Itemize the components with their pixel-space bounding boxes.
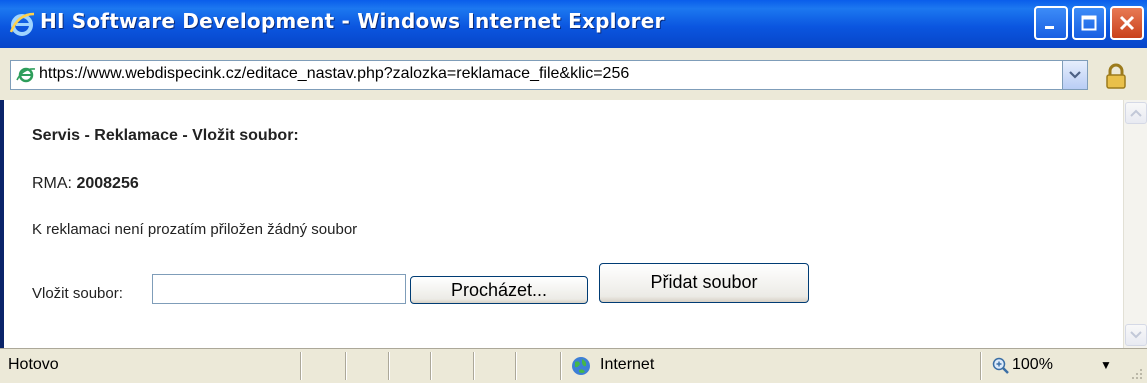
status-divider <box>515 352 517 380</box>
page-content: Servis - Reklamace - Vložit soubor: RMA:… <box>0 100 1147 348</box>
rma-value: 2008256 <box>76 175 139 192</box>
add-file-button[interactable]: Přidat soubor <box>599 263 809 303</box>
status-divider <box>388 352 390 380</box>
minimize-button[interactable] <box>1034 6 1068 40</box>
status-text: Hotovo <box>8 356 59 373</box>
status-bar: Hotovo Internet 100% ▼ <box>0 348 1147 383</box>
scroll-up-button[interactable] <box>1125 102 1147 124</box>
close-button[interactable] <box>1110 6 1144 40</box>
zoom-dropdown-icon[interactable]: ▼ <box>1100 358 1112 372</box>
url-text: https://www.webdispecink.cz/editace_nast… <box>39 65 630 82</box>
lock-icon[interactable] <box>1102 62 1130 90</box>
zoom-level[interactable]: 100% <box>1012 356 1053 374</box>
security-zone[interactable]: Internet <box>600 356 654 374</box>
maximize-icon <box>1081 15 1097 31</box>
rma-line: RMA: 2008256 <box>32 175 139 193</box>
ie-logo-icon <box>9 12 35 36</box>
minimize-icon <box>1045 26 1054 29</box>
status-divider <box>560 352 562 380</box>
status-divider <box>473 352 475 380</box>
url-field[interactable]: https://www.webdispecink.cz/editace_nast… <box>10 60 1080 90</box>
close-icon <box>1119 15 1135 31</box>
status-divider <box>430 352 432 380</box>
status-divider <box>345 352 347 380</box>
rma-label: RMA: <box>32 175 77 192</box>
resize-grip-icon[interactable] <box>1129 366 1143 380</box>
globe-icon <box>572 357 590 375</box>
zoom-icon <box>992 357 1009 374</box>
vertical-scrollbar[interactable] <box>1123 100 1147 348</box>
browse-button[interactable]: Procházet... <box>410 276 588 304</box>
window-title: HI Software Development - Windows Intern… <box>40 9 665 33</box>
page-title: Servis - Reklamace - Vložit soubor: <box>32 127 299 144</box>
title-bar[interactable]: HI Software Development - Windows Intern… <box>0 0 1147 48</box>
address-dropdown-button[interactable] <box>1062 60 1088 90</box>
scroll-down-button[interactable] <box>1125 324 1147 346</box>
file-path-input[interactable] <box>152 274 406 304</box>
upload-label: Vložit soubor: <box>32 285 123 302</box>
no-file-message: K reklamaci není prozatím přiložen žádný… <box>32 221 358 238</box>
chevron-up-icon <box>1130 109 1142 117</box>
ie-page-icon <box>16 67 36 83</box>
chevron-down-icon <box>1069 71 1081 79</box>
maximize-button[interactable] <box>1072 6 1106 40</box>
browser-window: HI Software Development - Windows Intern… <box>0 0 1147 383</box>
status-divider <box>980 352 982 380</box>
address-bar: https://www.webdispecink.cz/editace_nast… <box>0 48 1147 100</box>
chevron-down-icon <box>1130 331 1142 339</box>
status-divider <box>300 352 302 380</box>
